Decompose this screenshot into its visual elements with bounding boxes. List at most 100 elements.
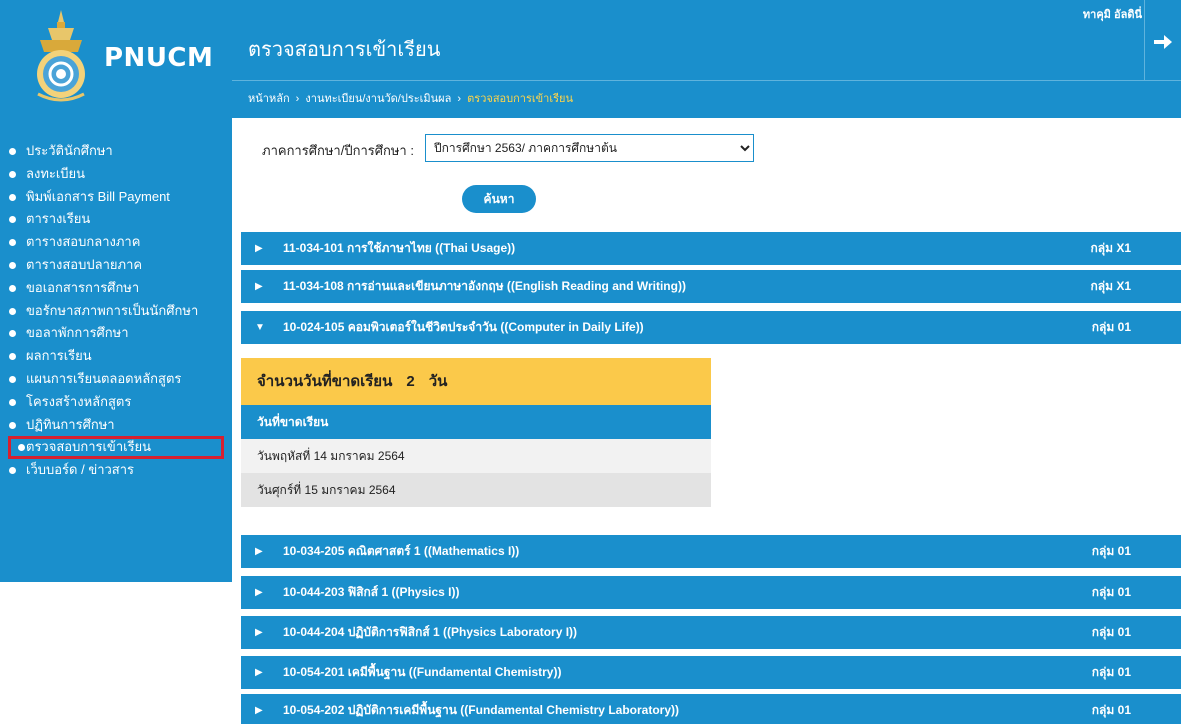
sidebar-item[interactable]: ตารางสอบกลางภาค [0, 231, 232, 254]
triangle-down-icon: ▼ [255, 322, 265, 333]
course-group: กลุ่ม 01 [1091, 320, 1131, 334]
user-name[interactable]: ทาคุมิ อัลดินี่ [1083, 5, 1142, 23]
course-row[interactable]: ▶ 10-054-201 เคมีพื้นฐาน ((Fundamental Ch… [241, 656, 1181, 689]
triangle-right-icon: ▶ [255, 587, 263, 598]
brand-name: PNUCM [104, 43, 214, 73]
sidebar-item-label: ลงทะเบียน [26, 165, 86, 181]
sidebar-item[interactable]: ตารางเรียน [0, 208, 232, 231]
absence-date-row: วันศุกร์ที่ 15 มกราคม 2564 [241, 473, 711, 507]
sidebar-item[interactable]: โครงสร้างหลักสูตร [0, 391, 232, 414]
search-button[interactable]: ค้นหา [462, 185, 536, 213]
bullet-icon [9, 330, 16, 338]
course-group: กลุ่ม 01 [1091, 665, 1131, 679]
sidebar-item-label: ปฏิทินการศึกษา [26, 416, 115, 432]
breadcrumb-home[interactable]: หน้าหลัก [248, 93, 290, 105]
sidebar-item[interactable]: ตรวจสอบการเข้าเรียน [8, 436, 224, 460]
course-row[interactable]: ▶ 10-044-204 ปฏิบัติการฟิสิกส์ 1 ((Physic… [241, 616, 1181, 649]
bullet-icon [9, 261, 16, 269]
sidebar-item-label: ผลการเรียน [26, 348, 92, 364]
breadcrumb-separator: › [295, 93, 300, 105]
absence-summary: จำนวนวันที่ขาดเรียน 2 วัน [241, 358, 711, 405]
triangle-right-icon: ▶ [255, 627, 263, 638]
sidebar: PNUCM ประวัตินักศึกษาลงทะเบียนพิมพ์เอกสา… [0, 0, 232, 724]
breadcrumb-current: ตรวจสอบการเข้าเรียน [467, 93, 573, 105]
course-row[interactable]: ▶ 10-044-203 ฟิสิกส์ 1 ((Physics I)) กลุ่ม… [241, 576, 1181, 609]
sidebar-item[interactable]: พิมพ์เอกสาร Bill Payment [0, 186, 232, 209]
sidebar-item-label: เว็บบอร์ด / ข่าวสาร [26, 462, 135, 478]
term-label: ภาคการศึกษา/ปีการศึกษา : [262, 143, 414, 158]
header: ตรวจสอบการเข้าเรียน ทาคุมิ อัลดินี่ [232, 0, 1181, 80]
course-row[interactable]: ▼ 10-024-105 คอมพิวเตอร์ในชีวิตประจำวัน (… [241, 311, 1181, 344]
sidebar-item[interactable]: ตารางสอบปลายภาค [0, 254, 232, 277]
sidebar-item[interactable]: ขอลาพักการศึกษา [0, 322, 232, 345]
bullet-icon [9, 467, 16, 475]
bullet-icon [9, 170, 16, 178]
sidebar-item[interactable]: ลงทะเบียน [0, 163, 232, 186]
sidebar-item-label: พิมพ์เอกสาร Bill Payment [26, 188, 170, 204]
bullet-icon [9, 421, 16, 429]
sidebar-item-label: ตารางเรียน [26, 211, 91, 227]
breadcrumb: หน้าหลัก › งานทะเบียน/งานวัด/ประเมินผล ›… [232, 80, 1181, 118]
course-row[interactable]: ▶ 11-034-108 การอ่านและเขียนภาษาอังกฤษ ((… [241, 270, 1181, 303]
sidebar-item[interactable]: ปฏิทินการศึกษา [0, 414, 232, 437]
bullet-icon [9, 307, 16, 315]
absence-date-row: วันพฤหัสที่ 14 มกราคม 2564 [241, 439, 711, 473]
sidebar-item-label: ขอเอกสารการศึกษา [26, 279, 140, 295]
triangle-right-icon: ▶ [255, 281, 263, 292]
sidebar-item-label: แผนการเรียนตลอดหลักสูตร [26, 370, 182, 386]
university-emblem-icon [37, 10, 85, 102]
bullet-icon [9, 353, 16, 361]
course-group: กลุ่ม 01 [1091, 585, 1131, 599]
term-select[interactable]: ปีการศึกษา 2563/ ภาคการศึกษาต้น [425, 134, 754, 162]
sidebar-item-label: ขอรักษาสภาพการเป็นนักศึกษา [26, 302, 199, 318]
breadcrumb-registration[interactable]: งานทะเบียน/งานวัด/ประเมินผล [305, 93, 451, 105]
bullet-icon [9, 239, 16, 247]
sidebar-item-label: ตารางสอบกลางภาค [26, 234, 141, 250]
sidebar-menu: ประวัตินักศึกษาลงทะเบียนพิมพ์เอกสาร Bill… [0, 118, 232, 582]
bullet-icon [9, 193, 16, 201]
sidebar-item[interactable]: ประวัตินักศึกษา [0, 140, 232, 163]
header-divider [1144, 0, 1145, 80]
absence-count: 2 [406, 373, 415, 390]
sidebar-item[interactable]: ขอเอกสารการศึกษา [0, 277, 232, 300]
sidebar-item-label: ตรวจสอบการเข้าเรียน [26, 439, 152, 455]
sidebar-item[interactable]: แผนการเรียนตลอดหลักสูตร [0, 368, 232, 391]
course-title: 10-054-202 ปฏิบัติการเคมีพื้นฐาน ((Funda… [283, 703, 679, 717]
course-row[interactable]: ▶ 10-034-205 คณิตศาสตร์ 1 ((Mathematics I… [241, 535, 1181, 568]
course-group: กลุ่ม 01 [1091, 625, 1131, 639]
course-title: 10-044-203 ฟิสิกส์ 1 ((Physics I)) [283, 585, 460, 599]
arrow-right-icon[interactable] [1151, 30, 1175, 54]
course-group: กลุ่ม 01 [1091, 703, 1131, 717]
absence-column-header: วันที่ขาดเรียน [241, 405, 711, 439]
breadcrumb-separator: › [457, 93, 462, 105]
sidebar-item-label: โครงสร้างหลักสูตร [26, 393, 132, 409]
bullet-icon [9, 148, 16, 155]
absence-panel: จำนวนวันที่ขาดเรียน 2 วัน วันที่ขาดเรียน ว… [241, 358, 711, 508]
sidebar-item[interactable]: ผลการเรียน [0, 345, 232, 368]
sidebar-item-label: ขอลาพักการศึกษา [26, 325, 129, 341]
triangle-right-icon: ▶ [255, 546, 263, 557]
logo-area[interactable]: PNUCM [0, 0, 232, 118]
sidebar-item-label: ประวัตินักศึกษา [26, 143, 113, 158]
course-title: 10-034-205 คณิตศาสตร์ 1 ((Mathematics I)… [283, 544, 520, 558]
absence-unit: วัน [428, 373, 448, 390]
course-row[interactable]: ▶ 11-034-101 การใช้ภาษาไทย ((Thai Usage))… [241, 232, 1181, 265]
absence-summary-label: จำนวนวันที่ขาดเรียน [257, 373, 393, 390]
course-group: กลุ่ม X1 [1090, 279, 1131, 293]
triangle-right-icon: ▶ [255, 705, 263, 716]
bullet-icon [9, 216, 16, 224]
triangle-right-icon: ▶ [255, 243, 263, 254]
app-root: PNUCM ประวัตินักศึกษาลงทะเบียนพิมพ์เอกสา… [0, 0, 1181, 724]
sidebar-item-label: ตารางสอบปลายภาค [26, 256, 143, 272]
course-row[interactable]: ▶ 10-054-202 ปฏิบัติการเคมีพื้นฐาน ((Fund… [241, 694, 1181, 724]
sidebar-item[interactable]: ขอรักษาสภาพการเป็นนักศึกษา [0, 300, 232, 323]
bullet-icon [9, 284, 16, 292]
course-title: 10-044-204 ปฏิบัติการฟิสิกส์ 1 ((Physics… [283, 625, 578, 639]
bullet-icon [18, 444, 25, 452]
bullet-icon [9, 398, 16, 406]
course-title: 10-024-105 คอมพิวเตอร์ในชีวิตประจำวัน ((… [283, 320, 644, 334]
sidebar-item[interactable]: เว็บบอร์ด / ข่าวสาร [0, 459, 232, 482]
course-title: 11-034-108 การอ่านและเขียนภาษาอังกฤษ ((E… [283, 279, 686, 293]
course-group: กลุ่ม X1 [1090, 241, 1131, 255]
course-title: 10-054-201 เคมีพื้นฐาน ((Fundamental Che… [283, 665, 562, 679]
